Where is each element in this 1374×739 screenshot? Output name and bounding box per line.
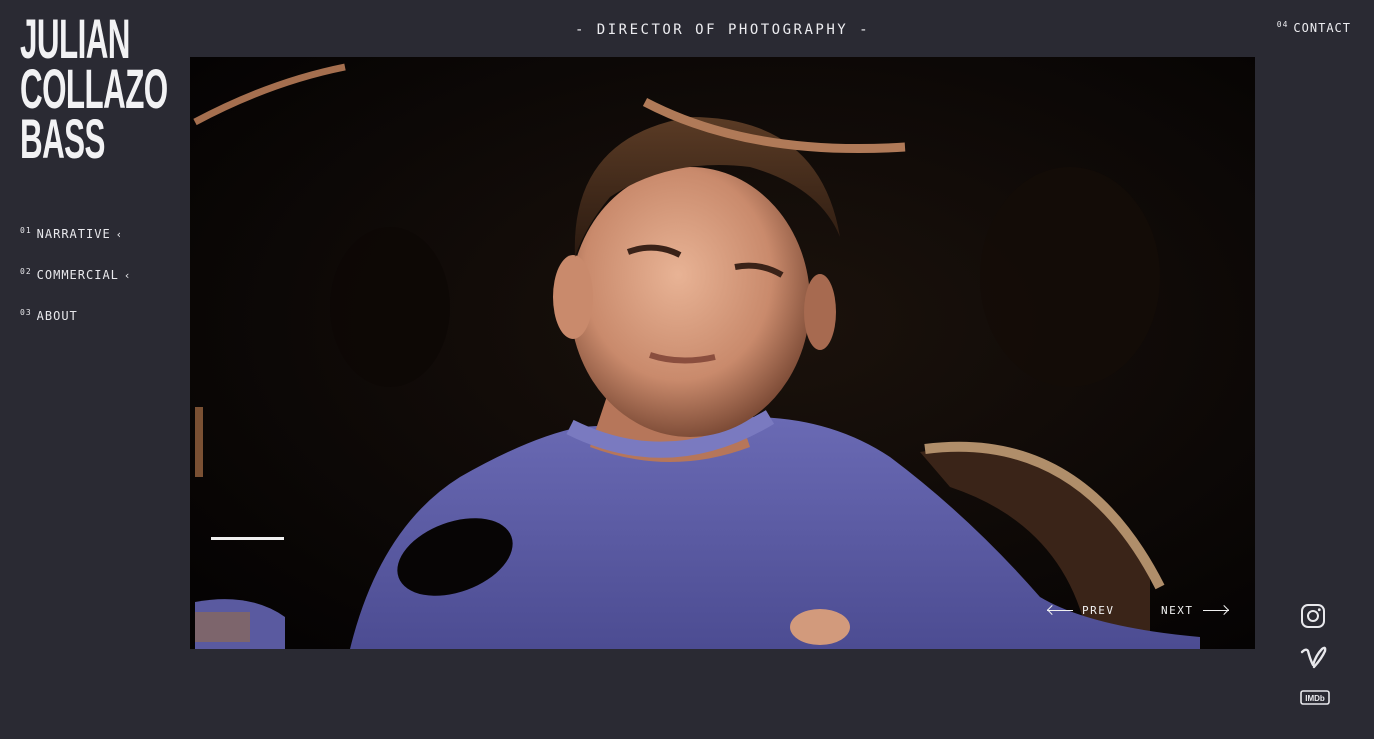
- nav-label: NARRATIVE: [36, 227, 111, 241]
- site-logo[interactable]: JULIAN COLLAZO BASS: [20, 11, 168, 170]
- page-title: - DIRECTOR OF PHOTOGRAPHY -: [574, 22, 871, 38]
- contact-link[interactable]: 04 CONTACT: [1277, 20, 1351, 35]
- imdb-icon: IMDb: [1300, 690, 1330, 705]
- chevron-left-icon: ‹: [123, 269, 132, 282]
- next-button[interactable]: NEXT: [1161, 604, 1229, 617]
- vimeo-icon: [1300, 646, 1327, 669]
- nav-label: COMMERCIAL: [36, 268, 119, 282]
- next-label: NEXT: [1161, 604, 1194, 617]
- chevron-left-icon: ‹: [115, 228, 124, 241]
- instagram-link[interactable]: [1300, 603, 1330, 633]
- contact-label: CONTACT: [1293, 21, 1351, 35]
- nav-item-commercial[interactable]: 02 COMMERCIAL ‹: [20, 267, 132, 308]
- imdb-link[interactable]: IMDb: [1300, 689, 1330, 711]
- nav-label: ABOUT: [36, 309, 78, 323]
- nav-item-narrative[interactable]: 01 NARRATIVE ‹: [20, 226, 132, 267]
- prev-button[interactable]: PREV: [1047, 604, 1115, 617]
- imdb-icon-text: IMDb: [1305, 694, 1325, 703]
- arrow-left-icon: [1047, 610, 1073, 611]
- slide-progress-bar: [211, 537, 284, 540]
- main-nav: 01 NARRATIVE ‹ 02 COMMERCIAL ‹ 03 ABOUT: [20, 226, 132, 349]
- nav-number: 04: [1276, 20, 1289, 29]
- hero-image: [190, 57, 1255, 649]
- nav-item-about[interactable]: 03 ABOUT: [20, 308, 132, 349]
- instagram-icon: [1301, 604, 1325, 628]
- vimeo-link[interactable]: [1300, 645, 1330, 673]
- nav-number: 03: [20, 308, 32, 317]
- prev-label: PREV: [1082, 604, 1115, 617]
- logo-line: BASS: [20, 107, 105, 170]
- nav-number: 02: [20, 267, 32, 276]
- nav-number: 01: [20, 226, 32, 235]
- arrow-right-icon: [1202, 610, 1229, 611]
- hero-media[interactable]: PREV NEXT: [190, 57, 1255, 649]
- page: JULIAN COLLAZO BASS 01 NARRATIVE ‹ 02 COMME…: [0, 0, 1374, 739]
